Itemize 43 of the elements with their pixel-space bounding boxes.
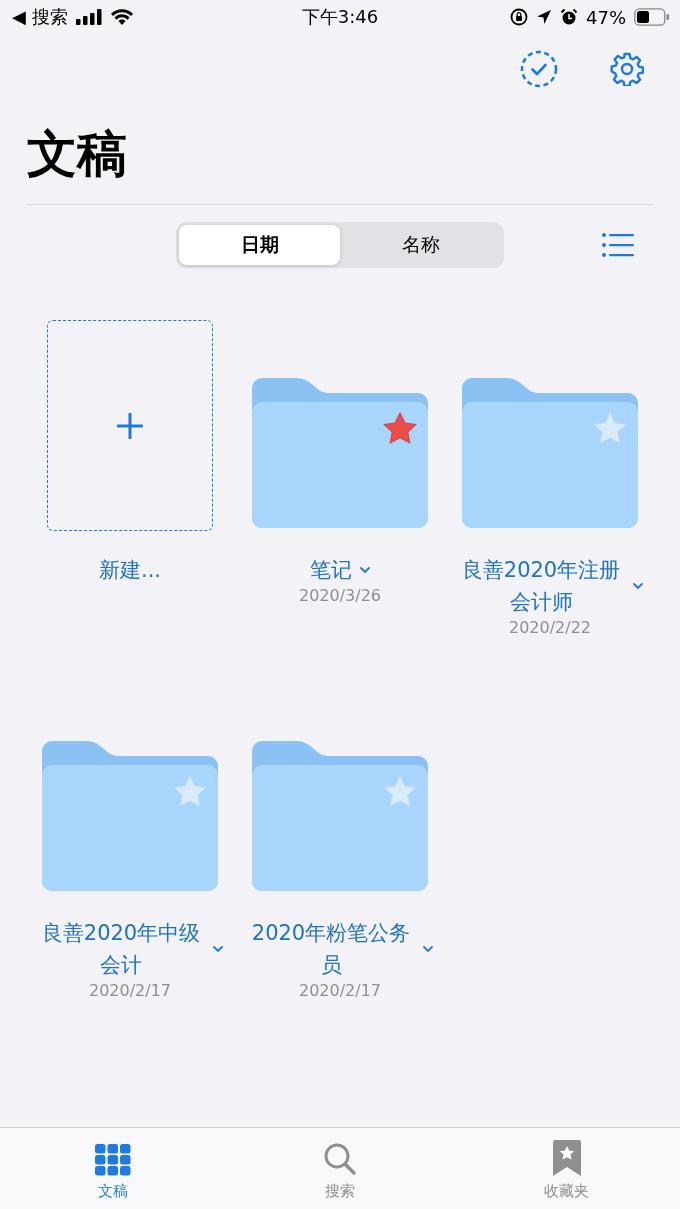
tab-bar-item[interactable]: 收藏夹 <box>453 1128 680 1209</box>
folder-name[interactable]: 笔记 <box>310 554 352 586</box>
grid-icon <box>95 1144 132 1176</box>
folder-icon[interactable] <box>462 378 638 528</box>
back-to-app-link[interactable]: ◀ 搜索 <box>12 5 68 29</box>
folder-icon[interactable] <box>252 378 428 528</box>
folder-name[interactable]: 良善2020年注册会计师 <box>457 554 625 618</box>
star-icon[interactable] <box>593 412 627 446</box>
tab-bar-item[interactable]: 文稿 <box>0 1128 227 1209</box>
wifi-icon <box>109 8 134 26</box>
new-document-label[interactable]: 新建... <box>99 554 161 586</box>
chevron-down-icon[interactable] <box>213 945 223 953</box>
folder-date: 2020/3/26 <box>298 586 381 606</box>
battery-icon <box>634 8 670 26</box>
folder-date: 2020/2/22 <box>508 618 591 638</box>
sort-tab[interactable]: 名称 <box>340 225 501 265</box>
chevron-down-icon[interactable] <box>633 582 643 590</box>
chevron-down-icon[interactable] <box>423 945 433 953</box>
favorite-star-icon[interactable] <box>383 412 417 446</box>
sort-tab[interactable]: 日期 <box>179 225 340 265</box>
folder-name[interactable]: 2020年粉笔公务员 <box>247 917 415 981</box>
settings-icon[interactable] <box>610 52 644 86</box>
folder-name[interactable]: 良善2020年中级会计 <box>37 917 205 981</box>
battery-percent: 47% <box>586 6 626 28</box>
page-title: 文稿 <box>27 104 653 205</box>
select-icon[interactable] <box>520 50 558 88</box>
tab-bar-item[interactable]: 搜索 <box>226 1128 454 1209</box>
rotation-lock-icon <box>510 8 528 26</box>
bookmark-star-icon <box>552 1140 581 1176</box>
folder-icon[interactable] <box>42 741 218 891</box>
star-icon[interactable] <box>383 775 417 809</box>
search-icon <box>323 1142 357 1176</box>
status-time: 下午3:46 <box>301 5 379 29</box>
plus-icon <box>117 412 143 439</box>
folder-icon[interactable] <box>252 741 428 891</box>
folder-date: 2020/2/17 <box>88 981 171 1001</box>
list-view-icon[interactable] <box>602 233 634 257</box>
folder-date: 2020/2/17 <box>298 981 381 1001</box>
chevron-down-icon[interactable] <box>360 566 370 574</box>
location-arrow-icon <box>536 9 552 25</box>
signal-icon <box>75 9 102 25</box>
alarm-clock-icon <box>560 8 578 26</box>
star-icon[interactable] <box>173 775 207 809</box>
